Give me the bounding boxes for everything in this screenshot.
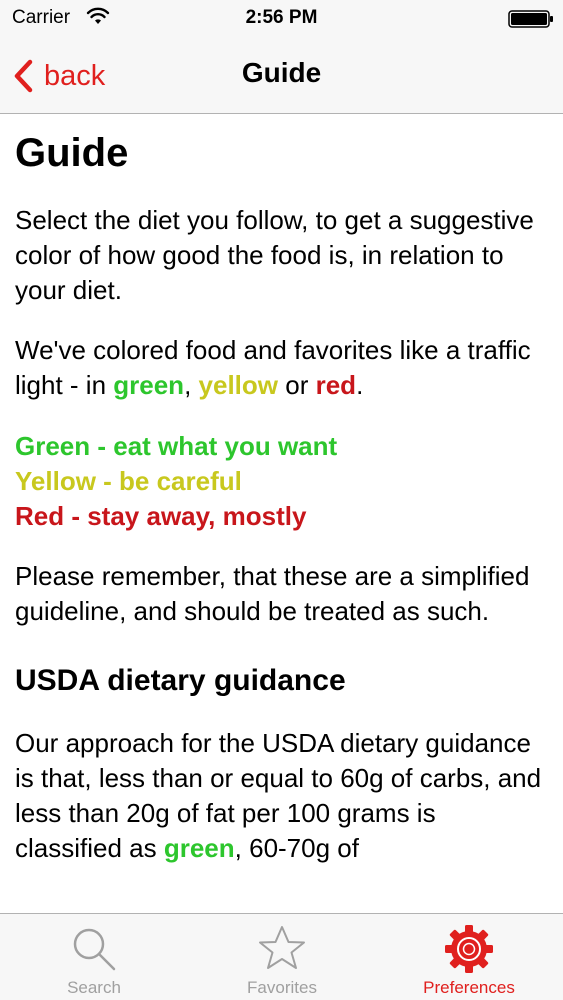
navigation-bar: back Guide	[0, 38, 563, 114]
traffic-green: green	[113, 370, 185, 400]
traffic-yellow: yellow	[198, 370, 279, 400]
status-time: 2:56 PM	[245, 7, 318, 28]
traffic-red: red	[315, 370, 357, 400]
legend-red: Red - stay away, mostly	[15, 501, 307, 531]
usda-suffix: , 60-70g of	[234, 833, 359, 863]
tab-preferences-label: Preferences	[423, 978, 515, 997]
tab-favorites[interactable]: Favorites	[188, 914, 376, 1000]
traffic-sep1: ,	[184, 370, 199, 400]
nav-title: Guide	[241, 57, 322, 88]
color-legend: Green - eat what you want Yellow - be ca…	[15, 429, 548, 534]
tab-favorites-label: Favorites	[247, 978, 317, 997]
tab-search[interactable]: Search	[0, 914, 188, 1000]
guide-content[interactable]: Guide Select the diet you follow, to get…	[0, 115, 563, 913]
usda-green: green	[163, 833, 235, 863]
battery-icon	[508, 10, 553, 28]
usda-paragraph: Our approach for the USDA dietary guidan…	[15, 726, 548, 866]
tab-search-label: Search	[67, 978, 121, 997]
tab-bar: Search Favorites Preferences	[0, 913, 563, 1000]
page-title: Guide	[15, 131, 129, 175]
traffic-end: .	[356, 370, 364, 400]
status-bar: Carrier 2:56 PM	[0, 0, 563, 38]
search-icon	[73, 928, 116, 971]
usda-heading: USDA dietary guidance	[15, 664, 346, 697]
intro-paragraph: Select the diet you follow, to get a sug…	[15, 205, 534, 305]
tab-preferences[interactable]: Preferences	[375, 914, 563, 1000]
legend-green: Green - eat what you want	[15, 431, 338, 461]
traffic-light-paragraph: We've colored food and favorites like a …	[15, 333, 548, 403]
traffic-sep2: or	[278, 370, 316, 400]
legend-yellow: Yellow - be careful	[15, 466, 242, 496]
gear-icon	[445, 925, 493, 973]
reminder-paragraph: Please remember, that these are a simpli…	[15, 561, 530, 626]
star-icon	[259, 926, 305, 969]
